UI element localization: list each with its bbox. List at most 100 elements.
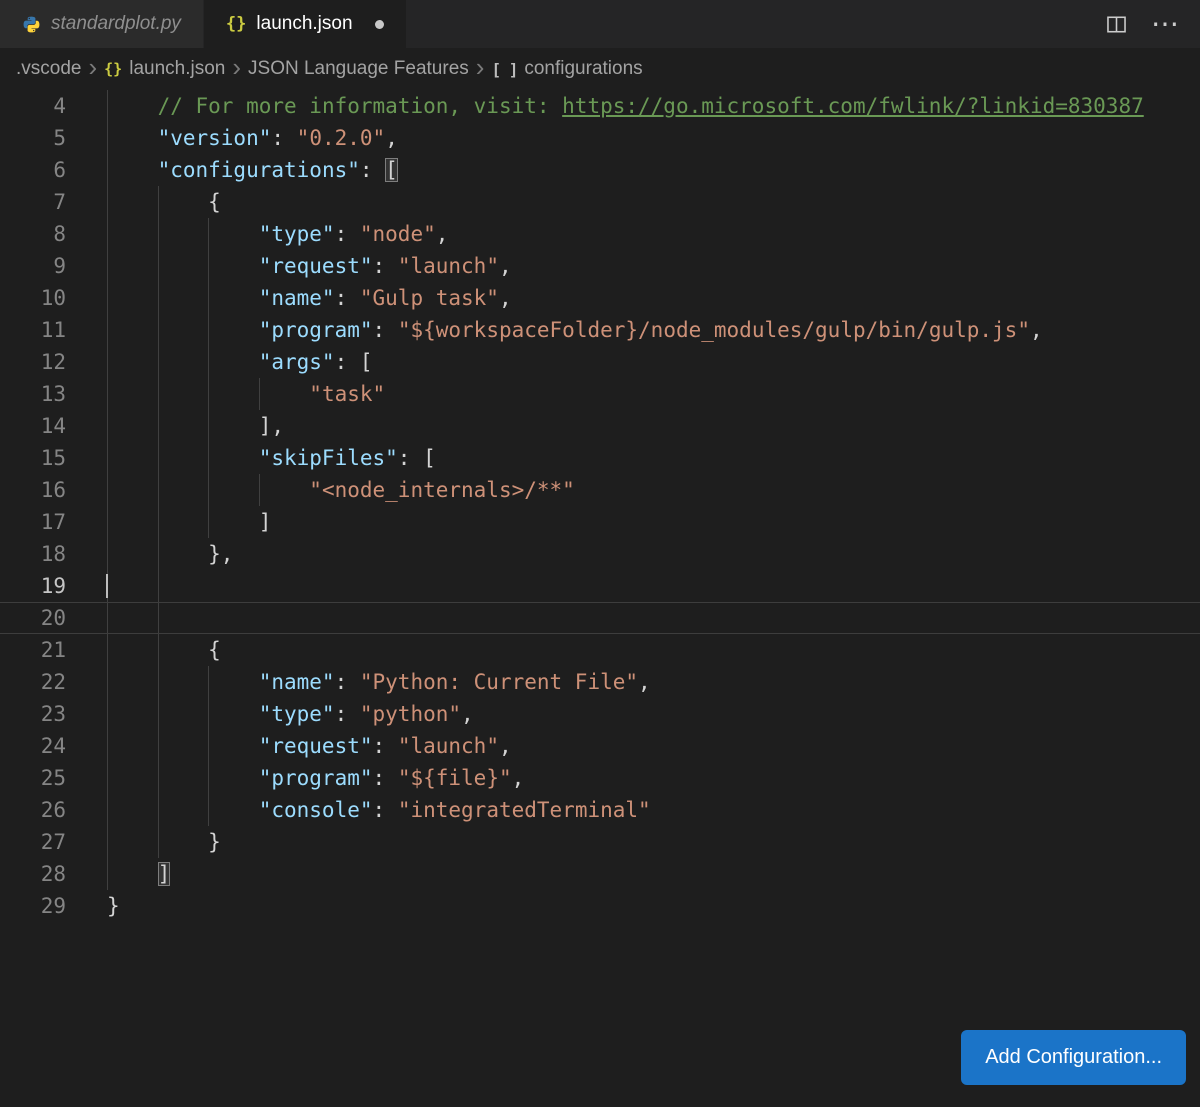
code-line[interactable]: 13 "task" bbox=[0, 378, 1200, 410]
code-line[interactable]: 27 } bbox=[0, 826, 1200, 858]
line-number[interactable]: 10 bbox=[0, 282, 66, 314]
code-token: "program" bbox=[259, 318, 373, 342]
indent-guide bbox=[259, 378, 260, 410]
code-content: { bbox=[66, 634, 1200, 666]
code-line[interactable]: 26 "console": "integratedTerminal" bbox=[0, 794, 1200, 826]
line-number[interactable]: 8 bbox=[0, 218, 66, 250]
code-line[interactable]: 20 bbox=[0, 602, 1200, 634]
code-token: "Python: Current File" bbox=[360, 670, 638, 694]
indent-guide bbox=[158, 730, 159, 762]
split-editor-icon[interactable] bbox=[1106, 14, 1127, 35]
tab-standardplot-py[interactable]: standardplot.py bbox=[0, 0, 204, 48]
breadcrumb-item-label: launch.json bbox=[129, 58, 225, 80]
line-number[interactable]: 24 bbox=[0, 730, 66, 762]
line-number[interactable]: 9 bbox=[0, 250, 66, 282]
line-number[interactable]: 14 bbox=[0, 410, 66, 442]
code-line[interactable]: 25 "program": "${file}", bbox=[0, 762, 1200, 794]
line-number[interactable]: 7 bbox=[0, 186, 66, 218]
indent-guide bbox=[158, 570, 159, 602]
line-number[interactable]: 12 bbox=[0, 346, 66, 378]
line-number[interactable]: 11 bbox=[0, 314, 66, 346]
line-number[interactable]: 22 bbox=[0, 666, 66, 698]
breadcrumb-item-launch-json[interactable]: {} launch.json bbox=[104, 58, 225, 80]
line-number[interactable]: 23 bbox=[0, 698, 66, 730]
code-token: : bbox=[373, 254, 398, 278]
code-token: : [ bbox=[335, 350, 373, 374]
comment-link[interactable]: https://go.microsoft.com/fwlink/?linkid=… bbox=[562, 94, 1144, 118]
code-line[interactable]: 15 "skipFiles": [ bbox=[0, 442, 1200, 474]
line-number[interactable]: 21 bbox=[0, 634, 66, 666]
line-number[interactable]: 25 bbox=[0, 762, 66, 794]
code-line[interactable]: 21 { bbox=[0, 634, 1200, 666]
line-number[interactable]: 29 bbox=[0, 890, 66, 922]
indent-guide bbox=[158, 666, 159, 698]
code-token: , bbox=[385, 126, 398, 150]
code-line[interactable]: 8 "type": "node", bbox=[0, 218, 1200, 250]
indent-guide bbox=[208, 762, 209, 794]
code-token: "console" bbox=[259, 798, 373, 822]
indent-guide bbox=[208, 314, 209, 346]
code-token: "request" bbox=[259, 734, 373, 758]
line-number[interactable]: 15 bbox=[0, 442, 66, 474]
line-number[interactable]: 16 bbox=[0, 474, 66, 506]
indent-guide bbox=[107, 378, 108, 410]
line-number[interactable]: 20 bbox=[0, 602, 66, 634]
code-line[interactable]: 12 "args": [ bbox=[0, 346, 1200, 378]
code-line[interactable]: 17 ] bbox=[0, 506, 1200, 538]
line-number[interactable]: 17 bbox=[0, 506, 66, 538]
modified-dot-icon[interactable] bbox=[375, 20, 384, 29]
line-number[interactable]: 4 bbox=[0, 90, 66, 122]
code-line[interactable]: 14 ], bbox=[0, 410, 1200, 442]
indent-whitespace bbox=[107, 350, 259, 374]
text-cursor bbox=[106, 574, 108, 598]
indent-whitespace bbox=[107, 94, 158, 118]
code-line[interactable]: 28 ] bbox=[0, 858, 1200, 890]
line-number[interactable]: 19 bbox=[0, 570, 66, 602]
code-token: "request" bbox=[259, 254, 373, 278]
indent-guide bbox=[158, 794, 159, 826]
code-line[interactable]: 5 "version": "0.2.0", bbox=[0, 122, 1200, 154]
breadcrumb: .vscode › {} launch.json › JSON Language… bbox=[0, 48, 1200, 90]
code-token: "${file}" bbox=[398, 766, 512, 790]
code-token: "Gulp task" bbox=[360, 286, 499, 310]
code-token: , bbox=[499, 254, 512, 278]
code-line[interactable]: 18 }, bbox=[0, 538, 1200, 570]
code-line[interactable]: 23 "type": "python", bbox=[0, 698, 1200, 730]
indent-whitespace bbox=[107, 734, 259, 758]
code-line[interactable]: 16 "<node_internals>/**" bbox=[0, 474, 1200, 506]
line-number[interactable]: 26 bbox=[0, 794, 66, 826]
code-line[interactable]: 10 "name": "Gulp task", bbox=[0, 282, 1200, 314]
code-line[interactable]: 22 "name": "Python: Current File", bbox=[0, 666, 1200, 698]
indent-guide bbox=[107, 474, 108, 506]
code-line[interactable]: 29} bbox=[0, 890, 1200, 922]
line-number[interactable]: 13 bbox=[0, 378, 66, 410]
code-line[interactable]: 11 "program": "${workspaceFolder}/node_m… bbox=[0, 314, 1200, 346]
breadcrumb-item-vscode[interactable]: .vscode bbox=[16, 58, 81, 80]
indent-guide bbox=[158, 314, 159, 346]
more-actions-icon[interactable]: ⋯ bbox=[1151, 10, 1180, 38]
indent-guide bbox=[208, 506, 209, 538]
add-configuration-button[interactable]: Add Configuration... bbox=[961, 1030, 1186, 1085]
line-number[interactable]: 27 bbox=[0, 826, 66, 858]
code-token: : bbox=[360, 158, 385, 182]
breadcrumb-item-configurations[interactable]: [ ] configurations bbox=[491, 58, 642, 80]
line-number[interactable]: 18 bbox=[0, 538, 66, 570]
code-line[interactable]: 24 "request": "launch", bbox=[0, 730, 1200, 762]
code-content: "args": [ bbox=[66, 346, 1200, 378]
breadcrumb-item-json-language-features[interactable]: JSON Language Features bbox=[248, 58, 469, 80]
code-line[interactable]: 4 // For more information, visit: https:… bbox=[0, 90, 1200, 122]
tab-launch-json[interactable]: {} launch.json bbox=[204, 0, 406, 48]
indent-guide bbox=[208, 378, 209, 410]
indent-guide bbox=[107, 634, 108, 666]
line-number[interactable]: 28 bbox=[0, 858, 66, 890]
code-line[interactable]: 7 { bbox=[0, 186, 1200, 218]
code-token: // For more information, visit: bbox=[158, 94, 563, 118]
line-number[interactable]: 5 bbox=[0, 122, 66, 154]
code-line[interactable]: 19 bbox=[0, 570, 1200, 602]
line-number[interactable]: 6 bbox=[0, 154, 66, 186]
code-line[interactable]: 6 "configurations": [ bbox=[0, 154, 1200, 186]
indent-guide bbox=[107, 410, 108, 442]
code-line[interactable]: 9 "request": "launch", bbox=[0, 250, 1200, 282]
indent-guide bbox=[107, 794, 108, 826]
indent-guide bbox=[208, 410, 209, 442]
